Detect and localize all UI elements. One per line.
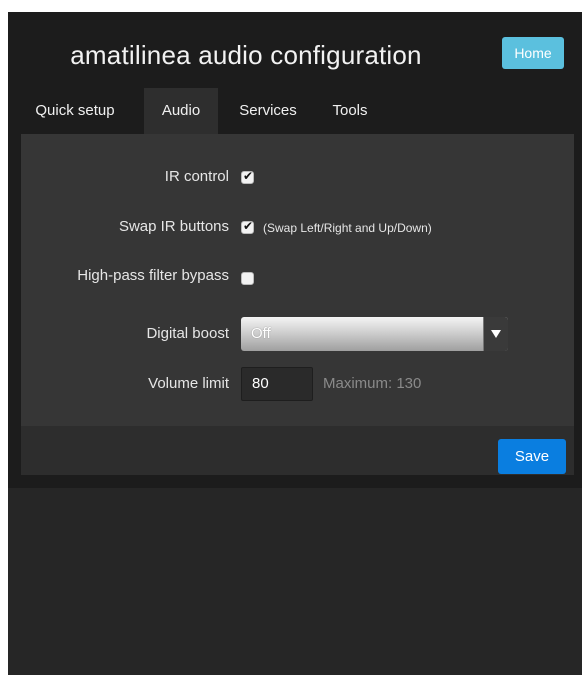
hp-filter-row: High-pass filter bypass (21, 267, 574, 287)
digital-boost-label: Digital boost (146, 325, 229, 342)
tab-quick-setup[interactable]: Quick setup (20, 88, 130, 134)
swap-ir-hint: (Swap Left/Right and Up/Down) (263, 221, 432, 235)
tab-bar: Quick setup Audio Services Tools (8, 88, 582, 134)
digital-boost-row: Digital boost Off (21, 317, 574, 351)
dropdown-arrow (483, 317, 508, 351)
ir-control-label: IR control (164, 168, 229, 185)
form-footer: Save (21, 426, 574, 475)
volume-limit-input[interactable]: 80 (241, 367, 313, 401)
swap-ir-label: Swap IR buttons (118, 218, 229, 235)
hp-filter-label: High-pass filter bypass (77, 267, 229, 284)
audio-settings-form: IR control ✔ Swap IR buttons ✔ (Swap Lef… (21, 134, 574, 475)
ir-control-row: IR control ✔ (21, 168, 574, 188)
volume-limit-label: Volume limit (148, 375, 229, 392)
hp-filter-checkbox[interactable] (241, 272, 254, 285)
checkmark-icon: ✔ (243, 219, 254, 233)
chevron-down-icon (491, 330, 501, 338)
save-button[interactable]: Save (498, 439, 566, 474)
digital-boost-value: Off (251, 325, 271, 342)
volume-limit-max: Maximum: 130 (323, 375, 422, 392)
tab-services[interactable]: Services (226, 88, 310, 134)
page-title: amatilinea audio configuration (70, 40, 422, 70)
volume-limit-row: Volume limit 80 Maximum: 130 (21, 367, 574, 401)
config-panel: amatilinea audio configuration Home Quic… (8, 12, 582, 488)
tab-audio[interactable]: Audio (144, 88, 218, 134)
digital-boost-select[interactable]: Off (241, 317, 508, 351)
tab-tools[interactable]: Tools (320, 88, 380, 134)
ir-control-checkbox[interactable]: ✔ (241, 169, 254, 184)
swap-ir-checkbox[interactable]: ✔ (241, 219, 254, 234)
home-button[interactable]: Home (502, 37, 564, 69)
checkmark-icon: ✔ (243, 169, 254, 183)
app-frame: amatilinea audio configuration Home Quic… (8, 12, 582, 675)
swap-ir-row: Swap IR buttons ✔ (Swap Left/Right and U… (21, 218, 574, 238)
header: amatilinea audio configuration Home (8, 12, 582, 88)
